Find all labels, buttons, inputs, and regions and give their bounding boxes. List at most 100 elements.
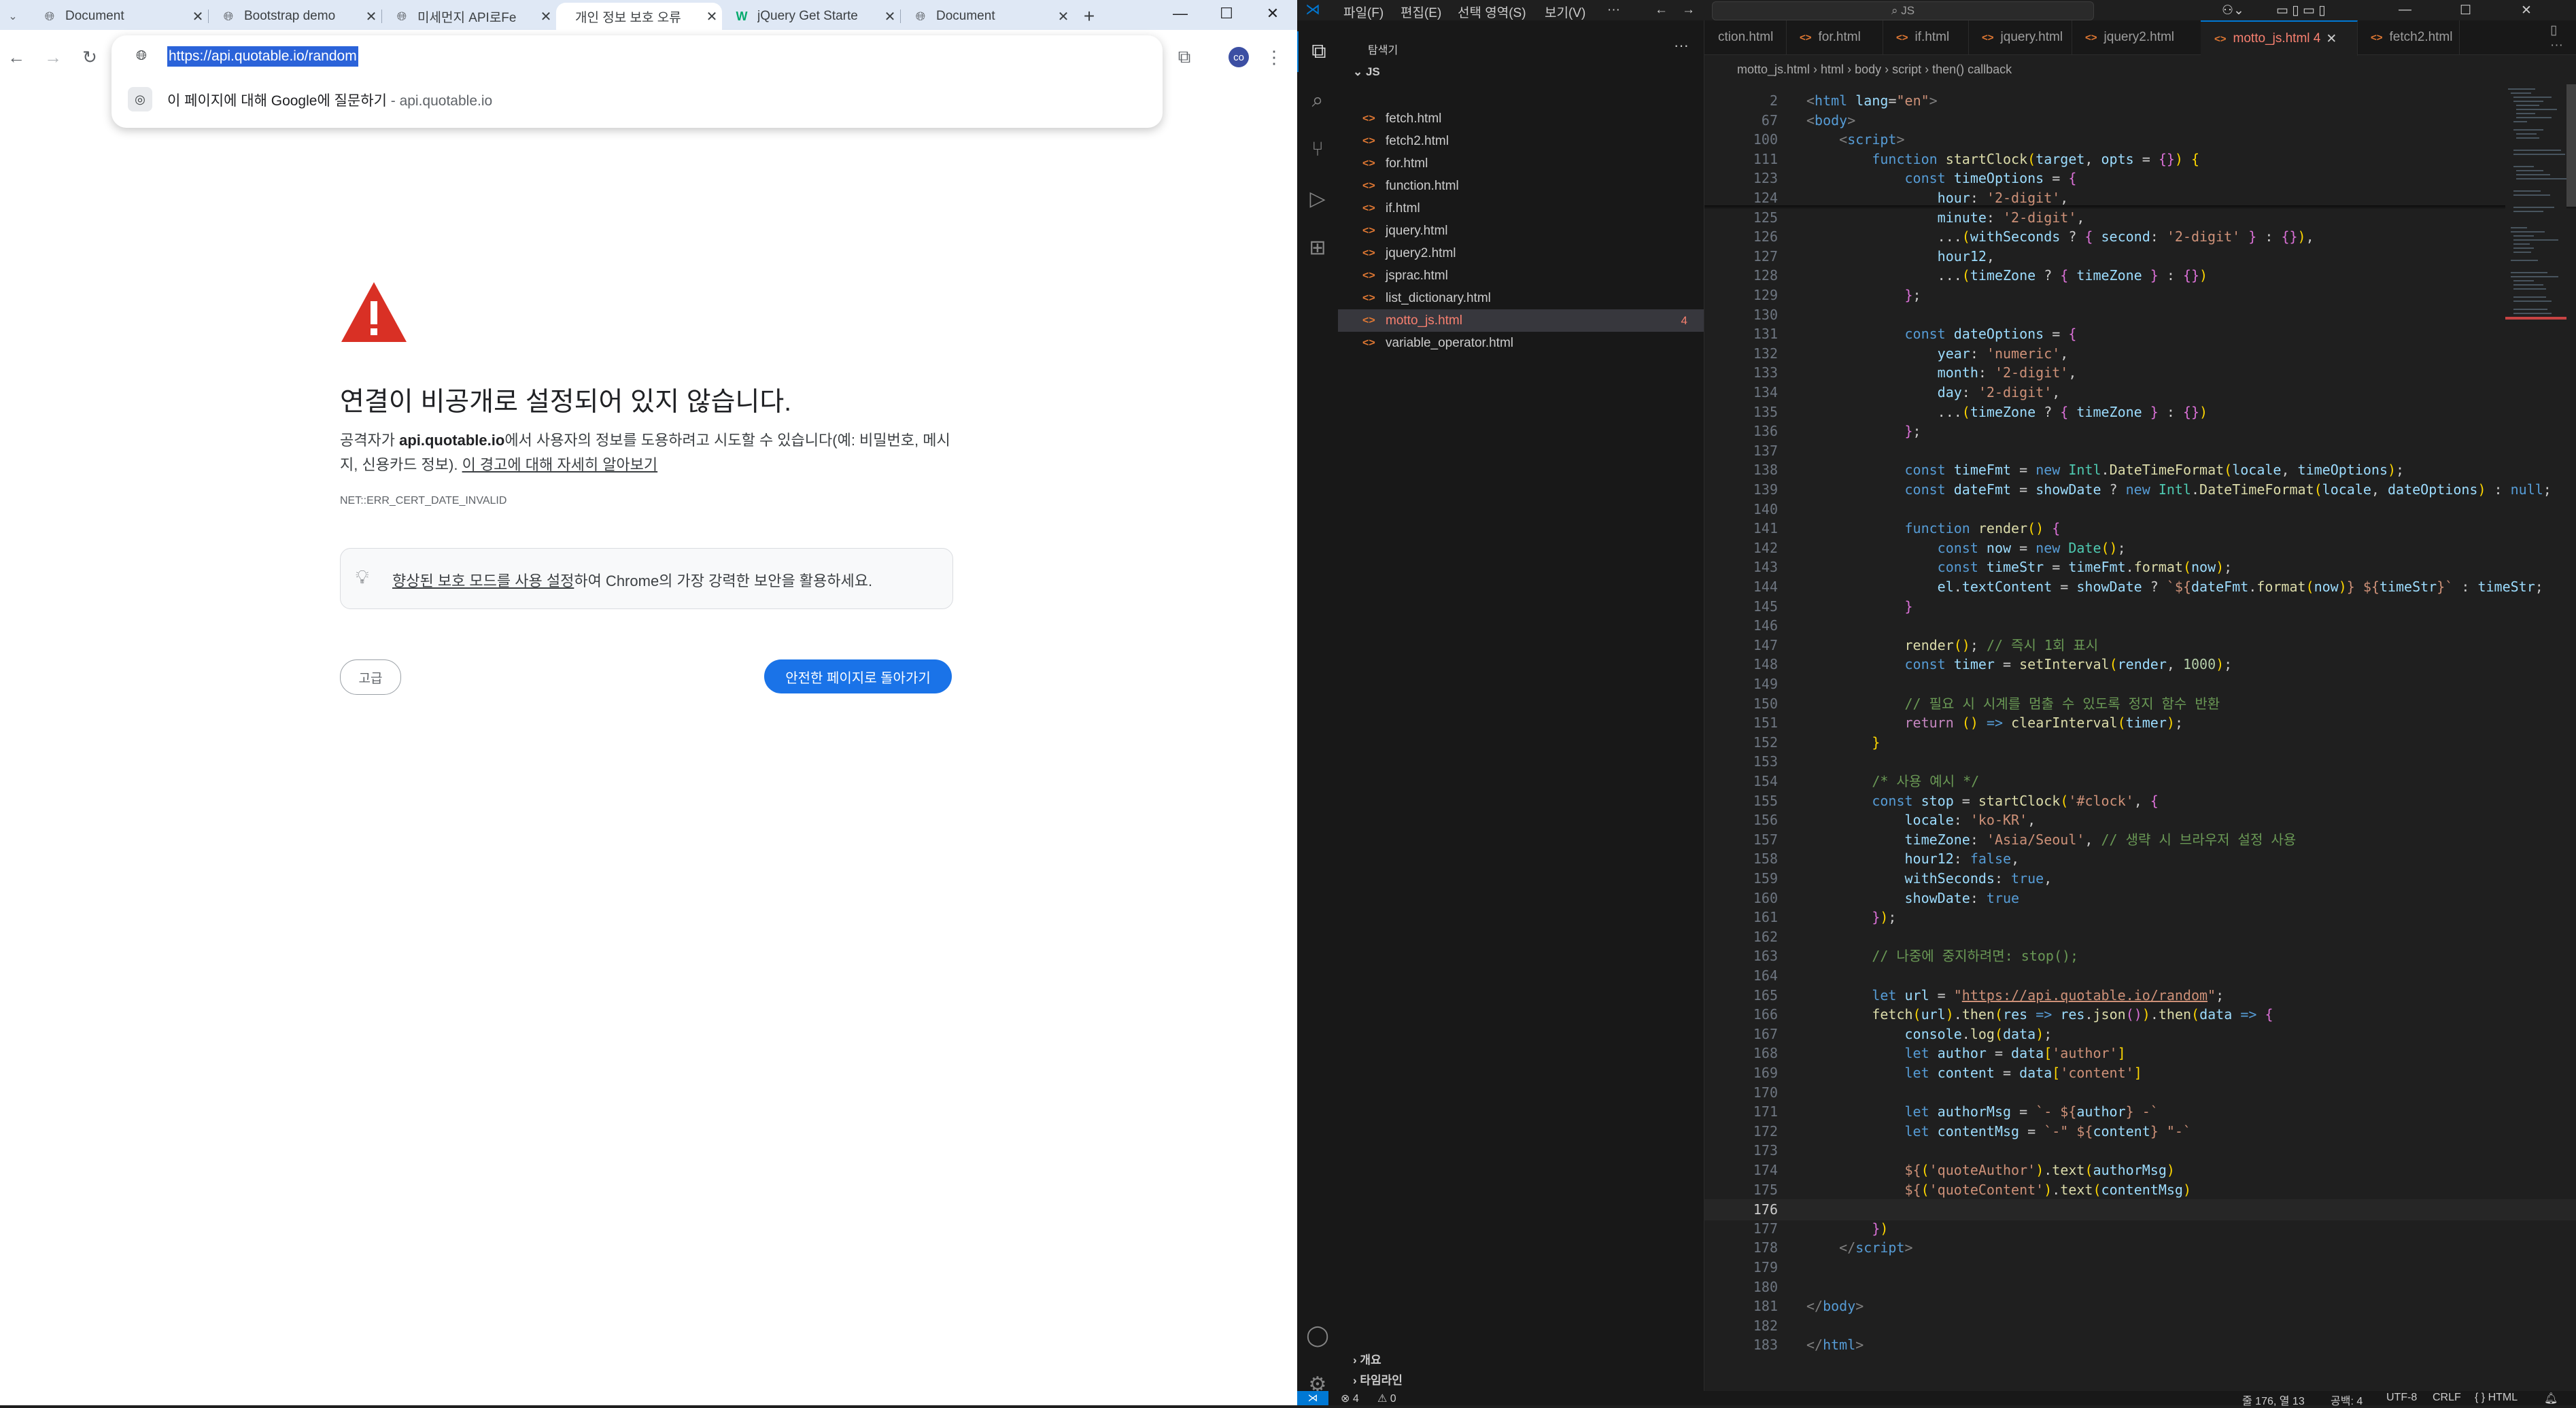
maximize-button[interactable]: ☐ (1202, 0, 1251, 27)
bell-icon[interactable]: 🔔︎ (2544, 1392, 2558, 1405)
scrollbar[interactable] (2566, 84, 2576, 207)
code-line[interactable]: 154 /* 사용 예시 */ (1704, 772, 2576, 791)
code-line[interactable]: 167 console.log(data); (1704, 1025, 2576, 1044)
folder-header[interactable]: ⌄ JS (1353, 65, 1380, 79)
back-button[interactable]: ← (1, 42, 31, 72)
forward-button[interactable]: → (38, 42, 68, 72)
timeline-section[interactable]: › 타임라인 (1353, 1371, 1403, 1388)
command-center-search[interactable]: ⌕ JS (1712, 1, 2094, 20)
code-line[interactable]: 170 (1704, 1083, 2576, 1103)
learn-more-link[interactable]: 이 경고에 대해 자세히 알아보기 (462, 456, 658, 473)
code-line[interactable]: 125 minute: '2-digit', (1704, 208, 2576, 228)
more-icon[interactable]: ··· (1674, 37, 1689, 54)
tab-fine-dust-api[interactable]: 🌐︎ 미세먼지 API로Fe ✕ (382, 3, 556, 30)
code-line[interactable]: 160 showDate: true (1704, 889, 2576, 908)
editor-tab[interactable]: <> jquery.html (1968, 20, 2072, 54)
back-to-safety-button[interactable]: 안전한 페이지로 돌아가기 (764, 659, 952, 693)
code-line[interactable]: 126 ...(withSeconds ? { second: '2-digit… (1704, 227, 2576, 247)
code-line[interactable]: 144 el.textContent = showDate ? `${dateF… (1704, 577, 2576, 597)
close-icon[interactable]: ✕ (2521, 3, 2532, 18)
code-line[interactable]: 182 (1704, 1316, 2576, 1336)
breadcrumb-item[interactable]: html (1821, 63, 1844, 76)
code-line[interactable]: 135 ...(timeZone ? { timeZone } : {}) (1704, 402, 2576, 422)
code-line[interactable]: 161 }); (1704, 908, 2576, 927)
code-line[interactable]: 67 <body> (1704, 111, 2576, 131)
code-line[interactable]: 174 ${('quoteAuthor').text(authorMsg) (1704, 1161, 2576, 1180)
code-line[interactable]: 151 return () => clearInterval(timer); (1704, 713, 2576, 733)
extensions-icon[interactable]: ⊞ (1297, 227, 1338, 268)
code-line[interactable]: 156 locale: 'ko-KR', (1704, 810, 2576, 830)
file-item[interactable]: <> fetch.html (1338, 107, 1704, 130)
tab-document-2[interactable]: 🌐︎ Document ✕ (901, 3, 1074, 30)
tab-bootstrap-demo[interactable]: 🌐︎ Bootstrap demo ✕ (209, 3, 381, 30)
language-mode[interactable]: { } HTML (2475, 1392, 2518, 1404)
minimize-icon[interactable]: — (2399, 3, 2411, 18)
extensions-button[interactable]: ⧉ (1169, 42, 1199, 72)
code-line[interactable]: 180 (1704, 1277, 2576, 1297)
omnibox-suggestion[interactable]: 이 페이지에 대해 Google에 질문하기 - api.quotable.io (167, 90, 492, 110)
menu-file[interactable]: 파일(F) (1343, 3, 1384, 21)
file-item[interactable]: <> if.html (1338, 197, 1704, 220)
remote-icon[interactable]: ⋊ (1297, 1391, 1328, 1405)
close-icon[interactable]: ✕ (536, 8, 556, 25)
code-line[interactable]: 176 (1704, 1199, 2576, 1220)
editor-tab[interactable]: <> jquery2.html (2072, 20, 2201, 54)
code-line[interactable]: 169 let content = data['content'] (1704, 1063, 2576, 1083)
code-line[interactable]: 138 const timeFmt = new Intl.DateTimeFor… (1704, 460, 2576, 480)
code-line[interactable]: 177 }) (1704, 1219, 2576, 1239)
new-tab-button[interactable]: + (1074, 3, 1104, 30)
file-item[interactable]: <> jquery2.html (1338, 242, 1704, 264)
layout-icon[interactable]: ▭ ▯ ▭ ▯ (2276, 3, 2326, 18)
code-line[interactable]: 146 (1704, 616, 2576, 636)
code-line[interactable]: 157 timeZone: 'Asia/Seoul', // 생략 시 브라우저… (1704, 830, 2576, 850)
code-line[interactable]: 142 const now = new Date(); (1704, 538, 2576, 558)
code-line[interactable]: 140 (1704, 500, 2576, 519)
menu-selection[interactable]: 선택 영역(S) (1458, 3, 1526, 21)
code-line[interactable]: 150 // 필요 시 시계를 멈출 수 있도록 정지 함수 반환 (1704, 694, 2576, 714)
explorer-icon[interactable]: ⧉ (1297, 31, 1339, 72)
split-editor-icon[interactable]: ▯ ··· (2541, 20, 2576, 54)
advanced-button[interactable]: 고급 (340, 659, 401, 695)
code-line[interactable]: 145 } (1704, 597, 2576, 617)
breadcrumb-item[interactable]: then() callback (1932, 63, 2012, 76)
menu-edit[interactable]: 편집(E) (1401, 3, 1441, 21)
code-line[interactable]: 136 }; (1704, 422, 2576, 441)
minimize-button[interactable]: — (1156, 0, 1205, 27)
code-line[interactable]: 171 let authorMsg = `- ${author} -` (1704, 1102, 2576, 1122)
code-line[interactable]: 2 <html lang="en"> (1704, 91, 2576, 111)
code-line[interactable]: 158 hour12: false, (1704, 849, 2576, 869)
code-line[interactable]: 137 (1704, 441, 2576, 461)
enhanced-protection-link[interactable]: 향상된 보호 모드를 사용 설정 (392, 572, 574, 589)
code-line[interactable]: 173 (1704, 1141, 2576, 1161)
code-line[interactable]: 133 month: '2-digit', (1704, 363, 2576, 383)
code-line[interactable]: 183 </html> (1704, 1335, 2576, 1355)
chrome-menu-button[interactable]: ⋮ (1259, 42, 1289, 72)
code-line[interactable]: 123 const timeOptions = { (1704, 169, 2576, 188)
nav-back-icon[interactable]: ← (1655, 3, 1668, 18)
code-line[interactable]: 134 day: '2-digit', (1704, 383, 2576, 402)
outline-section[interactable]: › 개요 (1353, 1350, 1381, 1367)
code-line[interactable]: 129 }; (1704, 286, 2576, 305)
editor-tab[interactable]: <> if.html (1883, 20, 1969, 54)
file-item[interactable]: <> list_dictionary.html (1338, 287, 1704, 309)
close-icon[interactable]: ✕ (880, 8, 900, 25)
tab-search-button[interactable]: ⌄ (0, 3, 30, 30)
file-item[interactable]: <> motto_js.html 4 (1338, 309, 1704, 332)
code-line[interactable]: 175 ${('quoteContent').text(contentMsg) (1704, 1180, 2576, 1200)
menu-view[interactable]: 보기(V) (1545, 3, 1585, 21)
code-line[interactable]: 132 year: 'numeric', (1704, 344, 2576, 364)
code-line[interactable]: 155 const stop = startClock('#clock', { (1704, 791, 2576, 811)
indentation[interactable]: 공백: 4 (2331, 1392, 2363, 1408)
code-line[interactable]: 111 function startClock(target, opts = {… (1704, 150, 2576, 169)
editor-tab[interactable]: ction.html (1704, 20, 1787, 54)
code-line[interactable]: 127 hour12, (1704, 247, 2576, 267)
close-window-button[interactable]: ✕ (1248, 0, 1297, 27)
file-item[interactable]: <> jquery.html (1338, 220, 1704, 242)
code-line[interactable]: 149 (1704, 674, 2576, 694)
code-line[interactable]: 165 let url = "https://api.quotable.io/r… (1704, 986, 2576, 1006)
code-line[interactable]: 147 render(); // 즉시 1회 표시 (1704, 636, 2576, 655)
source-control-icon[interactable]: ⑂ (1297, 129, 1338, 170)
warnings-indicator[interactable]: ⚠ 0 (1377, 1392, 1396, 1405)
cursor-position[interactable]: 줄 176, 열 13 (2242, 1392, 2305, 1408)
close-icon[interactable]: ✕ (361, 8, 381, 25)
